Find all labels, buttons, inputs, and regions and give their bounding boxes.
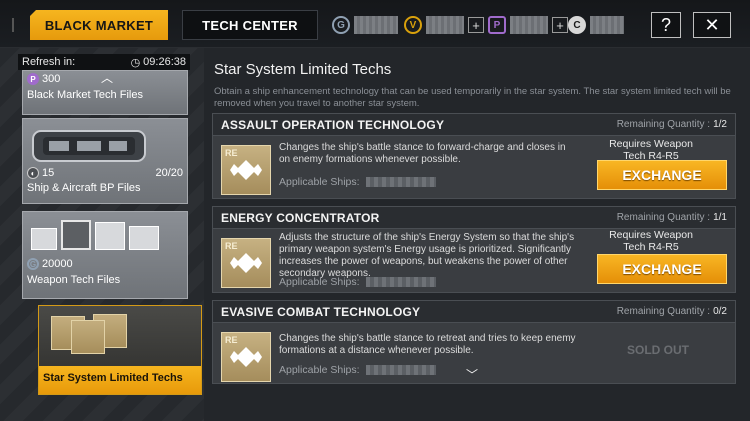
credits-icon: G [27, 258, 39, 270]
tech-card-energy-concentrator: ENERGY CONCENTRATOR Remaining Quantity :… [212, 206, 736, 293]
tech-card-assault-operation: ASSAULT OPERATION TECHNOLOGY Remaining Q… [212, 113, 736, 199]
remaining-value: 1/1 [713, 212, 727, 223]
plasma-icon: P [27, 73, 39, 85]
refresh-timer: Refresh in: ◷ 09:26:38 [18, 54, 190, 70]
item-cost-value: 20000 [42, 258, 73, 270]
tech-header: ENERGY CONCENTRATOR Remaining Quantity :… [213, 207, 735, 229]
sidebar-item-ship-aircraft-bp-files[interactable]: ◐ 15 20/20 Ship & Aircraft BP Files [22, 118, 188, 204]
refresh-label: Refresh in: [22, 56, 76, 68]
help-button[interactable]: ? [651, 12, 681, 38]
remaining-value: 1/2 [713, 119, 727, 130]
tech-requirement: Requires Weapon Tech R4-R5 [609, 138, 693, 162]
sidebar-item-label: Black Market Tech Files [27, 89, 143, 101]
remaining-quantity: Remaining Quantity :1/2 [617, 119, 727, 130]
applicable-ships: Applicable Ships: [279, 176, 436, 188]
currency-plasma: P + [488, 13, 568, 37]
add-plasma-button[interactable]: + [552, 17, 568, 33]
applicable-ships-value [365, 277, 436, 287]
plasma-value [510, 16, 548, 34]
exchange-button[interactable]: EXCHANGE [597, 254, 727, 284]
close-button[interactable]: ✕ [693, 12, 731, 38]
applicable-label: Applicable Ships: [279, 364, 360, 376]
titanium-value [426, 16, 464, 34]
sidebar-item-weapon-tech-files[interactable]: G 20000 Weapon Tech Files [22, 211, 188, 299]
currency-titanium: V + [404, 13, 484, 37]
tech-emblem-icon [230, 253, 262, 273]
tab-black-market[interactable]: BLACK MARKET [30, 10, 168, 40]
item-cost: P 300 [27, 73, 60, 85]
exchange-label: EXCHANGE [622, 167, 702, 183]
tab-divider [12, 18, 22, 32]
sidebar-item-star-system-limited-techs[interactable]: Star System Limited Techs [38, 305, 202, 395]
chevron-up-icon: ︿ [101, 71, 114, 85]
coin-icon: ◐ [27, 167, 39, 179]
item-quantity: 20/20 [155, 167, 183, 179]
credits-icon: G [332, 16, 350, 34]
sidebar-item-label: Star System Limited Techs [43, 372, 183, 384]
item-cost-value: 300 [42, 73, 61, 85]
tech-name: EVASIVE COMBAT TECHNOLOGY [221, 304, 421, 319]
add-titanium-button[interactable]: + [468, 17, 484, 33]
tech-description: Changes the ship's battle stance to retr… [279, 333, 576, 356]
help-icon: ? [660, 14, 671, 35]
remaining-quantity: Remaining Quantity :0/2 [617, 306, 727, 317]
coin-icon: C [568, 16, 586, 34]
titanium-icon: V [404, 16, 422, 34]
remaining-label: Remaining Quantity : [616, 212, 711, 223]
credits-value [354, 16, 398, 34]
re-tech-icon: RE [221, 332, 271, 382]
clock-icon: ◷ [130, 56, 141, 69]
sold-out-label: SOLD OUT [627, 343, 689, 357]
plasma-icon: P [488, 16, 506, 34]
item-cost: ◐ 15 [27, 167, 54, 179]
sidebar-item-label: Ship & Aircraft BP Files [27, 182, 141, 194]
applicable-ships-value [365, 365, 436, 375]
tech-description: Changes the ship's battle stance to forw… [279, 142, 566, 165]
tech-emblem-icon [230, 347, 262, 367]
item-cost-value: 15 [42, 167, 55, 179]
re-tech-icon [71, 320, 105, 354]
weapon-file-icon [61, 220, 91, 250]
item-cost: G 20000 [27, 258, 73, 270]
refresh-time: ◷ 09:26:38 [131, 56, 186, 69]
weapon-file-icon [129, 226, 159, 250]
applicable-label: Applicable Ships: [279, 276, 360, 288]
tech-header: EVASIVE COMBAT TECHNOLOGY Remaining Quan… [213, 301, 735, 323]
page-description: Obtain a ship enhancement technology tha… [214, 86, 731, 109]
applicable-ships: Applicable Ships: [279, 364, 436, 376]
sidebar-item-label: Weapon Tech Files [27, 274, 121, 286]
tech-name: ENERGY CONCENTRATOR [221, 210, 380, 225]
applicable-label: Applicable Ships: [279, 176, 360, 188]
re-tech-icon: RE [221, 238, 271, 288]
re-tech-icon: RE [221, 145, 271, 195]
remaining-label: Remaining Quantity : [616, 306, 711, 317]
tech-header: ASSAULT OPERATION TECHNOLOGY Remaining Q… [213, 114, 735, 136]
sidebar-item-black-market-tech-files[interactable]: P 300 ︿ Black Market Tech Files [22, 70, 188, 115]
exchange-label: EXCHANGE [622, 261, 702, 277]
blueprint-file-icon [32, 130, 146, 162]
remaining-value: 0/2 [713, 306, 727, 317]
close-icon: ✕ [704, 14, 720, 35]
tech-emblem-icon [230, 160, 262, 180]
remaining-quantity: Remaining Quantity :1/1 [617, 212, 727, 223]
refresh-time-value: 09:26:38 [143, 56, 186, 68]
applicable-ships: Applicable Ships: [279, 276, 436, 288]
tech-name: ASSAULT OPERATION TECHNOLOGY [221, 117, 445, 132]
weapon-file-icon [31, 228, 57, 250]
chevron-down-icon[interactable]: ﹀ [466, 366, 478, 383]
coin-value [590, 16, 624, 34]
currency-coin: C [568, 13, 624, 37]
exchange-button[interactable]: EXCHANGE [597, 160, 727, 190]
currency-credits: G [332, 13, 398, 37]
weapon-file-icon [95, 222, 125, 250]
page-title: Star System Limited Techs [214, 61, 392, 78]
tech-requirement: Requires Weapon Tech R4-R5 [609, 229, 693, 253]
applicable-ships-value [365, 177, 436, 187]
tab-tech-center[interactable]: TECH CENTER [182, 10, 318, 40]
top-bar: BLACK MARKET TECH CENTER G V + P + C ? ✕ [0, 0, 750, 48]
remaining-label: Remaining Quantity : [616, 119, 711, 130]
tech-description: Adjusts the structure of the ship's Ener… [279, 232, 575, 279]
